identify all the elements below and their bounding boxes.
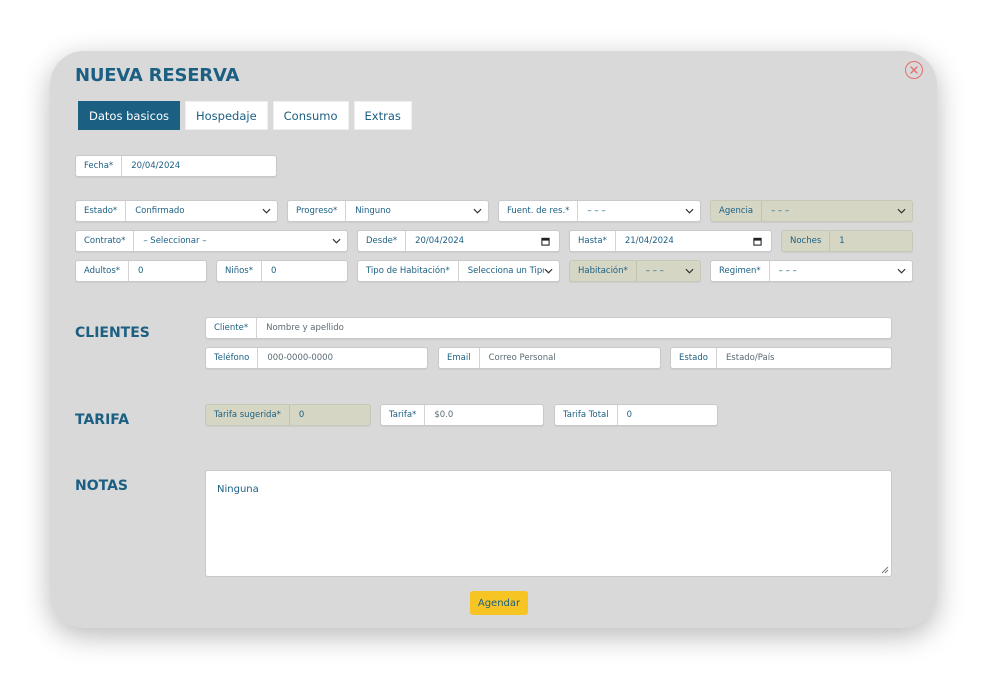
contrato-label: Contrato*: [76, 231, 135, 251]
tipo-habitacion-select[interactable]: Tipo de Habitación* Selecciona un Tipo d…: [357, 260, 560, 282]
chevron-down-icon: [685, 268, 694, 274]
chevron-down-icon: [897, 268, 906, 274]
tarifa-total-field: Tarifa Total 0: [554, 404, 718, 426]
agendar-button[interactable]: Agendar: [470, 591, 528, 615]
ninos-input[interactable]: Niños* 0: [216, 260, 348, 282]
agencia-label: Agencia: [711, 201, 763, 221]
progreso-value: Ninguno: [355, 206, 391, 216]
fecha-field[interactable]: Fecha* 20/04/2024: [75, 155, 277, 177]
tab-bar: Datos basicos Hospedaje Consumo Extras: [78, 101, 412, 130]
progreso-label: Progreso*: [288, 201, 347, 221]
chevron-down-icon: [685, 208, 694, 214]
tarifa-label: Tarifa*: [381, 405, 426, 425]
chevron-down-icon: [473, 208, 482, 214]
notas-section-title: NOTAS: [75, 478, 128, 494]
notas-textarea[interactable]: Ninguna: [205, 470, 892, 577]
chevron-down-icon: [897, 208, 906, 214]
fecha-value: 20/04/2024: [131, 161, 181, 171]
calendar-icon[interactable]: [541, 237, 550, 246]
contrato-select[interactable]: Contrato* – Seleccionar –: [75, 230, 348, 252]
tarifa-value: $0.0: [434, 410, 454, 420]
regimen-select[interactable]: Regimen* – – –: [710, 260, 913, 282]
chevron-down-icon: [544, 268, 553, 274]
tab-datos-basicos[interactable]: Datos basicos: [78, 101, 180, 130]
resize-handle-icon[interactable]: [881, 566, 889, 574]
estado-pais-label: Estado: [671, 348, 717, 368]
habitacion-label: Habitación*: [570, 261, 637, 281]
hasta-value: 21/04/2024: [624, 236, 674, 246]
telefono-input[interactable]: Teléfono 000-0000-0000: [205, 347, 428, 369]
email-placeholder: Correo Personal: [488, 353, 556, 363]
page-title: NUEVA RESERVA: [75, 65, 240, 86]
reservation-modal: NUEVA RESERVA Datos basicos Hospedaje Co…: [50, 51, 937, 628]
tipo-habitacion-value: Selecciona un Tipo de: [467, 266, 544, 276]
hasta-date-input[interactable]: Hasta* 21/04/2024: [569, 230, 772, 252]
tarifa-sugerida-label: Tarifa sugerida*: [206, 405, 290, 425]
tab-hospedaje[interactable]: Hospedaje: [184, 101, 268, 130]
tarifa-total-label: Tarifa Total: [555, 405, 618, 425]
notas-value: Ninguna: [217, 484, 259, 495]
email-label: Email: [439, 348, 480, 368]
adultos-input[interactable]: Adultos* 0: [75, 260, 207, 282]
estado-pais-input[interactable]: Estado Estado/País: [670, 347, 892, 369]
email-input[interactable]: Email Correo Personal: [438, 347, 661, 369]
chevron-down-icon: [262, 208, 271, 214]
habitacion-select[interactable]: Habitación* – – –: [569, 260, 701, 282]
desde-label: Desde*: [358, 231, 407, 251]
tarifa-section-title: TARIFA: [75, 412, 130, 428]
estado-pais-placeholder: Estado/País: [725, 353, 775, 363]
fecha-label: Fecha*: [76, 156, 123, 176]
fuente-label: Fuent. de res.*: [499, 201, 579, 221]
habitacion-value: – – –: [645, 266, 664, 276]
close-icon: [910, 66, 918, 74]
tab-extras[interactable]: Extras: [353, 101, 412, 130]
noches-label: Noches: [782, 231, 831, 251]
agencia-select[interactable]: Agencia – – –: [710, 200, 913, 222]
ninos-label: Niños*: [217, 261, 262, 281]
cliente-placeholder: Nombre y apellido: [266, 323, 344, 333]
progreso-select[interactable]: Progreso* Ninguno: [287, 200, 489, 222]
noches-value: 1: [839, 236, 845, 246]
tarifa-total-value: 0: [626, 410, 633, 420]
telefono-placeholder: 000-0000-0000: [267, 353, 333, 363]
noches-field: Noches 1: [781, 230, 913, 252]
tarifa-sugerida-value: 0: [298, 410, 305, 420]
clientes-section-title: CLIENTES: [75, 325, 150, 341]
hasta-label: Hasta*: [570, 231, 616, 251]
desde-date-input[interactable]: Desde* 20/04/2024: [357, 230, 560, 252]
ninos-value: 0: [271, 266, 277, 276]
cliente-input[interactable]: Cliente* Nombre y apellido: [205, 317, 892, 339]
estado-value: Confirmado: [135, 206, 185, 216]
estado-select[interactable]: Estado* Confirmado: [75, 200, 278, 222]
tarifa-sugerida-field: Tarifa sugerida* 0: [205, 404, 371, 426]
calendar-icon[interactable]: [753, 237, 762, 246]
telefono-label: Teléfono: [206, 348, 259, 368]
agencia-value: – – –: [771, 206, 790, 216]
estado-label: Estado*: [76, 201, 127, 221]
close-button[interactable]: [905, 61, 923, 79]
adultos-value: 0: [138, 266, 144, 276]
adultos-label: Adultos*: [76, 261, 130, 281]
contrato-value: – Seleccionar –: [143, 236, 207, 246]
fuente-select[interactable]: Fuent. de res.* – – –: [498, 200, 701, 222]
cliente-label: Cliente*: [206, 318, 258, 338]
tipo-habitacion-label: Tipo de Habitación*: [358, 261, 459, 281]
fuente-value: – – –: [587, 206, 606, 216]
regimen-value: – – –: [778, 266, 797, 276]
regimen-label: Regimen*: [711, 261, 770, 281]
desde-value: 20/04/2024: [415, 236, 465, 246]
tarifa-input[interactable]: Tarifa* $0.0: [380, 404, 544, 426]
tab-consumo[interactable]: Consumo: [272, 101, 349, 130]
chevron-down-icon: [332, 238, 341, 244]
